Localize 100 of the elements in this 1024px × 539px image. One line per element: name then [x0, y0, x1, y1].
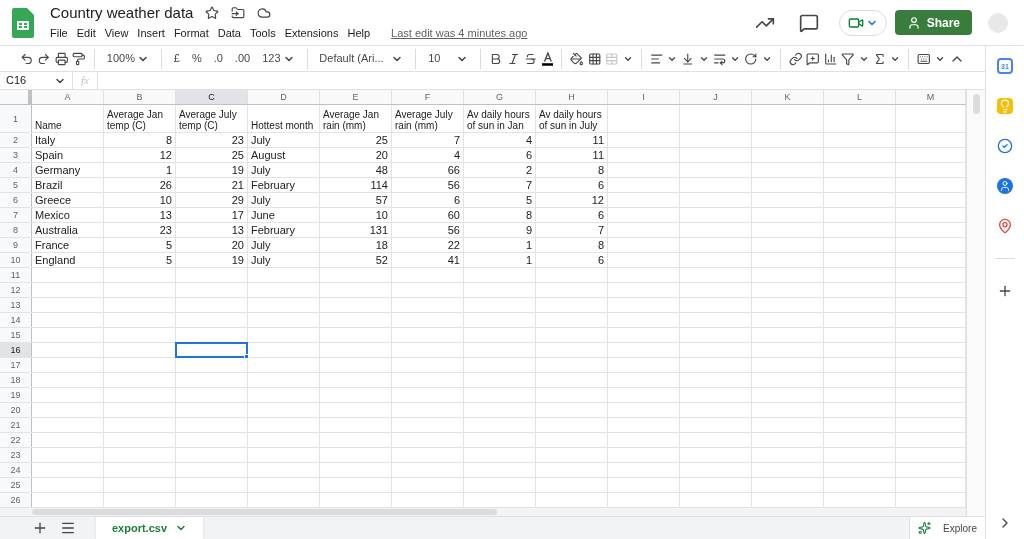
row-header[interactable]: 15	[0, 328, 32, 342]
font-size-dropdown[interactable]: 10	[424, 46, 473, 71]
row-header[interactable]: 17	[0, 358, 32, 372]
currency-button[interactable]: £	[169, 46, 184, 71]
column-header[interactable]: E	[320, 90, 392, 104]
row-header[interactable]: 2	[0, 133, 32, 147]
table-cell: 21	[231, 178, 244, 192]
table-cell: 6	[597, 253, 604, 267]
table-cell: 48	[375, 163, 388, 177]
row-header[interactable]: 1	[0, 105, 32, 132]
zoom-dropdown[interactable]: 100%	[102, 46, 153, 71]
fill-color-icon[interactable]	[570, 50, 584, 67]
column-header[interactable]: K	[752, 90, 824, 104]
last-edit-link[interactable]: Last edit was 4 minutes ago	[391, 25, 528, 42]
row-header[interactable]: 26	[0, 493, 32, 507]
font-dropdown[interactable]: Default (Ari...	[315, 46, 408, 71]
row-header[interactable]: 7	[0, 208, 32, 222]
table-cell: 56	[447, 178, 460, 192]
name-box[interactable]: C16	[0, 72, 72, 89]
column-header[interactable]: L	[824, 90, 896, 104]
spreadsheet-logo-icon[interactable]	[12, 7, 34, 38]
explore-button[interactable]: Explore	[909, 517, 985, 539]
column-header[interactable]: I	[608, 90, 680, 104]
map-pin-icon[interactable]	[997, 218, 1013, 234]
star-icon[interactable]	[205, 6, 220, 21]
text-color-icon[interactable]	[541, 50, 554, 67]
table-cell: 8	[165, 133, 172, 147]
row-header[interactable]: 12	[0, 283, 32, 297]
menu-item[interactable]: Extensions	[284, 25, 339, 42]
row-header[interactable]: 9	[0, 238, 32, 252]
table-cell-text: Average July rain (mm)	[395, 109, 454, 131]
table-cell: February	[251, 223, 296, 237]
chart-icon[interactable]	[823, 50, 838, 67]
row-header[interactable]: 5	[0, 178, 32, 192]
person-icon[interactable]	[997, 178, 1013, 194]
column-header[interactable]: J	[680, 90, 752, 104]
row-header[interactable]: 11	[0, 268, 32, 282]
folder-icon[interactable]	[231, 6, 246, 21]
document-title[interactable]: Country weather data	[50, 3, 194, 24]
menu-item[interactable]: Edit	[76, 25, 96, 42]
menu-item[interactable]: View	[104, 25, 129, 42]
table-cell: 5	[525, 193, 532, 207]
column-header[interactable]: D	[248, 90, 320, 104]
vertical-align-icon[interactable]	[681, 50, 695, 67]
column-header[interactable]: H	[536, 90, 608, 104]
row-header[interactable]: 4	[0, 163, 32, 177]
row-header[interactable]: 18	[0, 373, 32, 387]
menu-icon[interactable]	[60, 520, 76, 536]
column-header[interactable]: C	[176, 90, 248, 104]
filter-icon[interactable]	[841, 50, 855, 67]
row-header[interactable]: 19	[0, 388, 32, 402]
row-header[interactable]: 3	[0, 148, 32, 162]
add-sheet-icon[interactable]	[32, 520, 48, 536]
link-icon[interactable]	[788, 50, 803, 67]
cloud-icon[interactable]	[257, 6, 272, 21]
table-cell: 5	[165, 253, 172, 267]
table-cell: 66	[447, 163, 460, 177]
row-header[interactable]: 10	[0, 253, 32, 267]
menu-item[interactable]: File	[50, 25, 68, 42]
plus-icon[interactable]	[997, 283, 1013, 299]
add-comment-icon[interactable]	[806, 50, 820, 67]
row-header[interactable]: 13	[0, 298, 32, 312]
horizontal-scrollbar[interactable]	[0, 508, 966, 516]
row-header[interactable]: 21	[0, 418, 32, 432]
row-header[interactable]: 23	[0, 448, 32, 462]
row-header[interactable]: 24	[0, 463, 32, 477]
sheet-tab[interactable]: export.csv	[96, 517, 204, 539]
row-header[interactable]: 6	[0, 193, 32, 207]
row-header[interactable]: 8	[0, 223, 32, 237]
share-button[interactable]: Share	[894, 10, 972, 35]
percent-button[interactable]: %	[187, 46, 206, 71]
row-header[interactable]: 25	[0, 478, 32, 492]
column-header[interactable]: F	[392, 90, 464, 104]
comment-icon[interactable]	[798, 12, 819, 33]
selected-cell[interactable]	[175, 342, 248, 358]
menu-item[interactable]: Format	[173, 25, 209, 42]
borders-icon[interactable]	[587, 50, 602, 67]
menu-item[interactable]: Insert	[137, 25, 165, 42]
table-cell: Mexico	[35, 208, 70, 222]
vertical-scrollbar[interactable]	[966, 90, 985, 516]
merge-cells-icon[interactable]	[605, 50, 619, 67]
paint-format-icon[interactable]	[72, 50, 86, 67]
print-icon[interactable]	[54, 50, 69, 67]
row-header[interactable]: 16	[0, 343, 32, 357]
fx-label: fx	[72, 72, 97, 89]
column-header[interactable]: A	[32, 90, 104, 104]
menu-item[interactable]: Tools	[249, 25, 276, 42]
menu-item[interactable]: Help	[347, 25, 371, 42]
increase-decimal-button[interactable]: .00	[230, 46, 255, 71]
table-cell: 22	[447, 238, 460, 252]
row-header[interactable]: 22	[0, 433, 32, 447]
decrease-decimal-button[interactable]: .0	[209, 46, 227, 71]
check-icon[interactable]	[997, 138, 1013, 154]
menu-item[interactable]: Data	[217, 25, 241, 42]
row-header[interactable]: 14	[0, 313, 32, 327]
number-format-dropdown[interactable]: 123	[258, 46, 299, 71]
rotate-text-icon[interactable]	[744, 50, 758, 67]
column-header[interactable]: G	[464, 90, 536, 104]
row-header[interactable]: 20	[0, 403, 32, 417]
table-cell: 19	[231, 253, 244, 267]
